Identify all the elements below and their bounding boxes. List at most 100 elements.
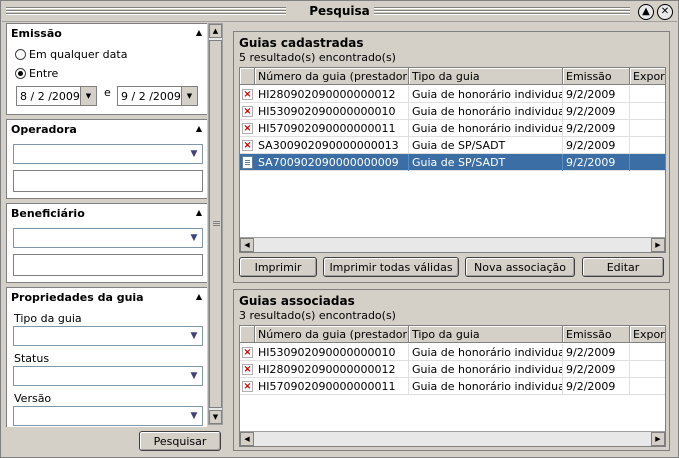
editar-button[interactable]: Editar — [582, 257, 664, 277]
cell-tipo: Guia de SP/SADT — [409, 154, 563, 171]
horizontal-scrollbar[interactable]: ◀ ▶ — [240, 431, 665, 446]
radio-any-date[interactable]: Em qualquer data — [15, 48, 127, 61]
chevron-down-icon[interactable]: ▼ — [181, 87, 197, 105]
propriedades-header[interactable]: Propriedades da guia ▲ — [7, 288, 207, 306]
chevron-down-icon[interactable]: ▼ — [186, 367, 202, 385]
operadora-combo[interactable]: ▼ — [13, 144, 203, 164]
column-header[interactable]: Tipo da guia — [409, 68, 563, 85]
beneficiario-combo[interactable]: ▼ — [13, 228, 203, 248]
cell-emissao: 9/2/2009 — [563, 378, 630, 395]
cell-tipo: Guia de SP/SADT — [409, 137, 563, 154]
cell-emissao: 9/2/2009 — [563, 137, 630, 154]
cell-exporta — [630, 361, 665, 378]
title-grip-right — [358, 7, 630, 16]
cell-numero: SA300902090000000013 — [255, 137, 409, 154]
column-header[interactable]: Emissão — [563, 326, 630, 343]
emissao-title: Emissão — [11, 27, 62, 40]
chevron-down-icon[interactable]: ▼ — [186, 229, 202, 247]
column-header[interactable]: Número da guia (prestador) — [255, 326, 409, 343]
scroll-left-arrow-icon[interactable]: ◀ — [240, 432, 254, 446]
scroll-down-arrow-icon[interactable]: ▼ — [209, 410, 222, 424]
operadora-text-input[interactable] — [13, 170, 203, 192]
close-button[interactable]: ✕ — [657, 4, 673, 20]
column-header[interactable]: Exporta — [630, 326, 665, 343]
status-combo[interactable]: ▼ — [13, 366, 203, 386]
cell-numero: SA700902090000000009 — [255, 154, 409, 171]
beneficiario-header[interactable]: Beneficiário ▲ — [7, 204, 207, 222]
close-icon: ✕ — [660, 6, 670, 17]
table-row[interactable]: × SA300902090000000013 Guia de SP/SADT 9/2/… — [240, 137, 665, 154]
table-row[interactable]: SA700902090000000009 Guia de SP/SADT 9/2/2… — [240, 154, 665, 171]
cadastradas-title: Guias cadastradas — [239, 36, 364, 50]
pesquisar-button[interactable]: Pesquisar — [139, 431, 221, 451]
collapse-button[interactable]: ▲ — [638, 4, 654, 20]
column-header[interactable]: Número da guia (prestador) — [255, 68, 409, 85]
table-row[interactable]: × HI570902090000000011 Guia de honorário i… — [240, 120, 665, 137]
cell-exporta — [630, 344, 665, 361]
table-row[interactable]: × HI570902090000000011 Guia de honorário i… — [240, 378, 665, 395]
tipo-guia-combo[interactable]: ▼ — [13, 326, 203, 346]
cell-emissao: 9/2/2009 — [563, 103, 630, 120]
cell-numero: HI570902090000000011 — [255, 378, 409, 395]
cell-exporta — [630, 103, 665, 120]
cell-emissao: 9/2/2009 — [563, 344, 630, 361]
scroll-left-arrow-icon[interactable]: ◀ — [240, 238, 254, 252]
cell-emissao: 9/2/2009 — [563, 86, 630, 103]
radio-between[interactable]: Entre — [15, 67, 58, 80]
column-header[interactable]: Emissão — [563, 68, 630, 85]
beneficiario-section: Beneficiário ▲ ▼ — [6, 203, 207, 283]
radio-indicator — [15, 49, 26, 60]
table-row[interactable]: × HI280902090000000012 Guia de honorário i… — [240, 361, 665, 378]
propriedades-title: Propriedades da guia — [11, 291, 144, 304]
chevron-down-icon[interactable]: ▼ — [186, 145, 202, 163]
emissao-header[interactable]: Emissão ▲ — [7, 24, 207, 42]
filter-panel-scrollbar[interactable]: ▲ ▼ — [208, 23, 223, 425]
scroll-up-arrow-icon[interactable]: ▲ — [209, 24, 222, 38]
column-header[interactable]: Exporta — [630, 68, 665, 85]
scroll-right-arrow-icon[interactable]: ▶ — [651, 238, 665, 252]
cell-numero: HI280902090000000012 — [255, 86, 409, 103]
radio-any-date-label: Em qualquer data — [29, 48, 128, 61]
collapse-caret-icon: ▲ — [195, 208, 202, 217]
scroll-right-arrow-icon[interactable]: ▶ — [651, 432, 665, 446]
error-x-icon: × — [242, 346, 253, 358]
table-row[interactable]: × HI530902090000000010 Guia de honorário i… — [240, 344, 665, 361]
imprimir-button[interactable]: Imprimir — [239, 257, 317, 277]
cell-tipo: Guia de honorário individual — [409, 103, 563, 120]
grip-icon — [213, 221, 220, 227]
date-from-value: 8 / 2 /2009 — [20, 89, 80, 103]
cell-numero: HI530902090000000010 — [255, 344, 409, 361]
versao-combo[interactable]: ▼ — [13, 406, 203, 426]
versao-label: Versão — [14, 392, 52, 405]
chevron-down-icon[interactable]: ▼ — [186, 407, 202, 425]
column-header[interactable]: Tipo da guia — [409, 326, 563, 343]
header-icon-cell — [240, 68, 255, 85]
date-from-picker[interactable]: 8 / 2 /2009 ▼ — [16, 86, 97, 106]
operadora-section: Operadora ▲ ▼ — [6, 119, 207, 199]
imprimir-todas-button[interactable]: Imprimir todas válidas — [323, 257, 459, 277]
error-x-icon: × — [242, 139, 253, 151]
document-icon — [242, 156, 253, 169]
table-row[interactable]: × HI530902090000000010 Guia de honorário i… — [240, 103, 665, 120]
date-to-picker[interactable]: 9 / 2 /2009 ▼ — [117, 86, 198, 106]
cell-exporta — [630, 120, 665, 137]
cell-exporta — [630, 86, 665, 103]
scroll-thumb[interactable] — [209, 40, 222, 408]
error-x-icon: × — [242, 380, 253, 392]
nova-associacao-button[interactable]: Nova associação — [465, 257, 575, 277]
horizontal-scrollbar[interactable]: ◀ ▶ — [240, 237, 665, 252]
cell-tipo: Guia de honorário individual — [409, 344, 563, 361]
cell-tipo: Guia de honorário individual — [409, 378, 563, 395]
cell-emissao: 9/2/2009 — [563, 154, 630, 171]
associadas-table: Número da guia (prestador) Tipo da guia Em… — [239, 325, 666, 447]
chevron-down-icon[interactable]: ▼ — [80, 87, 96, 105]
header-icon-cell — [240, 326, 255, 343]
cell-emissao: 9/2/2009 — [563, 361, 630, 378]
operadora-header[interactable]: Operadora ▲ — [7, 120, 207, 138]
title-bar[interactable]: Pesquisa ▲ ✕ — [2, 2, 677, 22]
chevron-down-icon[interactable]: ▼ — [186, 327, 202, 345]
cell-exporta — [630, 154, 665, 171]
beneficiario-text-input[interactable] — [13, 254, 203, 276]
table-row[interactable]: × HI280902090000000012 Guia de honorário i… — [240, 86, 665, 103]
cell-numero: HI530902090000000010 — [255, 103, 409, 120]
